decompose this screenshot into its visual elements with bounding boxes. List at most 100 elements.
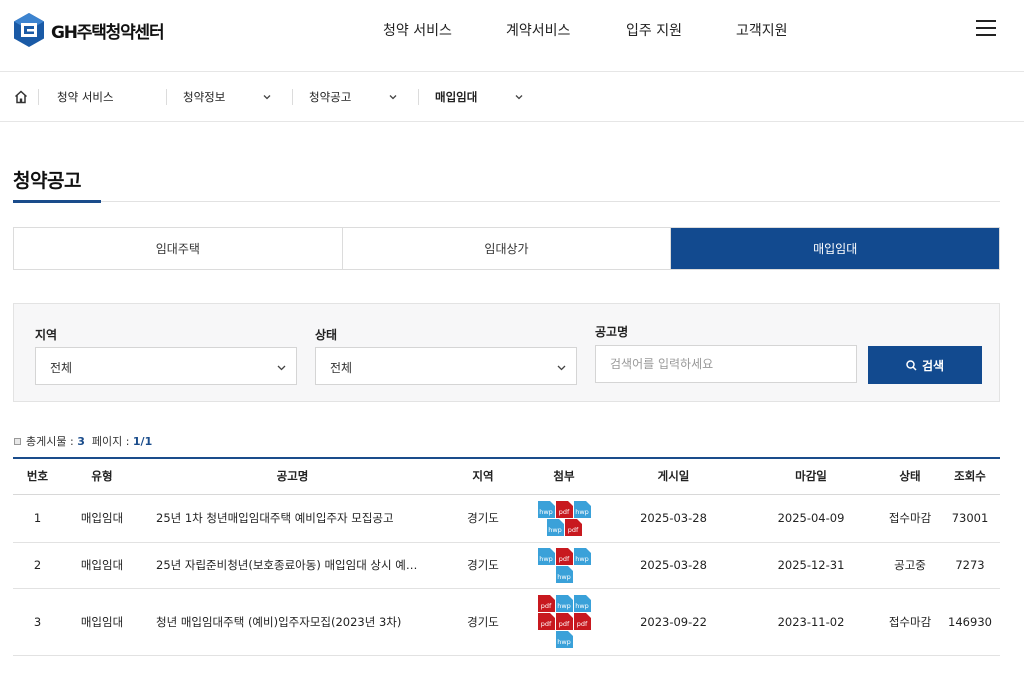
keyword-label: 공고명: [595, 325, 629, 339]
row-type: 매입임대: [62, 494, 142, 543]
table-row[interactable]: 1 매입임대 25년 1차 청년매입임대주택 예비입주자 모집공고 경기도 hw…: [13, 494, 1000, 543]
status-select[interactable]: 전체: [315, 347, 577, 385]
col-header-posted-date: 게시일: [605, 457, 742, 495]
page-title: 청약공고: [13, 170, 81, 192]
pdf-file-icon[interactable]: pdf: [555, 547, 573, 565]
page-indicator: 1/1: [132, 434, 153, 448]
hwp-file-icon[interactable]: hwp: [546, 518, 564, 536]
hwp-file-icon[interactable]: hwp: [555, 631, 573, 648]
chevron-down-icon: [557, 365, 566, 371]
row-region: 경기도: [443, 494, 523, 543]
search-button-label: 검색: [921, 358, 945, 373]
row-region: 경기도: [443, 542, 523, 589]
row-attachments: hwp pdf hwp hwp: [523, 542, 605, 589]
row-posted-date: 2023-09-22: [605, 588, 742, 656]
title-underline: [13, 200, 101, 203]
pdf-file-icon[interactable]: pdf: [573, 613, 591, 630]
row-attachments: hwp pdf hwp hwp pdf: [523, 494, 605, 543]
row-status: 공고중: [880, 542, 940, 589]
row-deadline: 2025-04-09: [742, 494, 880, 543]
row-deadline: 2025-12-31: [742, 542, 880, 589]
row-number: 1: [13, 494, 62, 543]
row-title-link[interactable]: 25년 자립준비청년(보호종료아동) 매입임대 상시 예…: [142, 542, 443, 589]
total-count: 3: [77, 434, 85, 448]
row-posted-date: 2025-03-28: [605, 494, 742, 543]
hwp-file-icon[interactable]: hwp: [573, 595, 591, 612]
col-header-status: 상태: [880, 457, 940, 495]
tab-rental-store[interactable]: 임대상가: [342, 228, 672, 269]
row-status: 접수마감: [880, 588, 940, 656]
pdf-file-icon[interactable]: pdf: [537, 595, 555, 612]
global-nav: 청약 서비스 계약서비스 입주 지원 고객지원: [0, 20, 1024, 40]
hwp-file-icon[interactable]: hwp: [537, 547, 555, 565]
region-select[interactable]: 전체: [35, 347, 297, 385]
hwp-file-icon[interactable]: hwp: [537, 500, 555, 518]
row-status: 접수마감: [880, 494, 940, 543]
board-count-info: 총게시물 : 3 페이지 : 1/1: [14, 433, 152, 449]
col-header-type: 유형: [62, 457, 142, 495]
row-views: 146930: [940, 588, 1000, 656]
breadcrumb-divider: [418, 89, 419, 105]
status-select-value: 전체: [330, 361, 353, 375]
attachment-list: pdf hwp hwp pdf pdf pdf hwp: [534, 595, 594, 648]
search-button[interactable]: 검색: [868, 346, 982, 384]
hwp-file-icon[interactable]: hwp: [573, 547, 591, 565]
row-number: 2: [13, 542, 62, 589]
table-row[interactable]: 2 매입임대 25년 자립준비청년(보호종료아동) 매입임대 상시 예… 경기도…: [13, 542, 1000, 589]
chevron-down-icon[interactable]: [263, 93, 271, 101]
category-tabs: 임대주택 임대상가 매입임대: [13, 227, 1000, 270]
status-label: 상태: [315, 328, 338, 342]
pdf-file-icon[interactable]: pdf: [537, 613, 555, 630]
chevron-down-icon[interactable]: [389, 93, 397, 101]
search-icon: [906, 359, 917, 371]
hwp-file-icon[interactable]: hwp: [573, 500, 591, 518]
breadcrumb: 청약 서비스 청약정보 청약공고 매입임대: [0, 72, 1024, 122]
breadcrumb-item-announcements[interactable]: 청약공고: [309, 72, 351, 122]
chevron-down-icon[interactable]: [515, 93, 523, 101]
menu-icon[interactable]: [976, 20, 996, 36]
breadcrumb-item-purchase-rental[interactable]: 매입임대: [435, 72, 477, 122]
site-header: GH주택청약센터 청약 서비스 계약서비스 입주 지원 고객지원: [0, 0, 1024, 72]
row-views: 7273: [940, 542, 1000, 589]
row-number: 3: [13, 588, 62, 656]
row-views: 73001: [940, 494, 1000, 543]
row-posted-date: 2025-03-28: [605, 542, 742, 589]
home-icon[interactable]: [14, 90, 28, 104]
search-panel: 지역 전체 상태 전체 공고명 검색: [13, 303, 1000, 402]
col-header-deadline: 마감일: [742, 457, 880, 495]
attachment-list: hwp pdf hwp hwp: [534, 547, 594, 583]
gnb-subscription-service[interactable]: 청약 서비스: [383, 20, 452, 40]
col-header-number: 번호: [13, 457, 62, 495]
breadcrumb-item-subscription-info[interactable]: 청약정보: [183, 72, 225, 122]
breadcrumb-divider: [166, 89, 167, 105]
title-divider: [13, 201, 1000, 202]
pdf-file-icon[interactable]: pdf: [555, 500, 573, 518]
breadcrumb-divider: [38, 89, 39, 105]
gnb-contract-service[interactable]: 계약서비스: [506, 20, 570, 40]
gnb-move-in-support[interactable]: 입주 지원: [626, 20, 682, 40]
breadcrumb-item-subscription-service[interactable]: 청약 서비스: [57, 72, 114, 122]
table-row[interactable]: 3 매입임대 청년 매입임대주택 (예비)입주자모집(2023년 3차) 경기도…: [13, 588, 1000, 656]
pdf-file-icon[interactable]: pdf: [555, 613, 573, 630]
tab-rental-housing[interactable]: 임대주택: [14, 228, 343, 269]
row-type: 매입임대: [62, 542, 142, 589]
col-header-views: 조회수: [940, 457, 1000, 495]
pdf-file-icon[interactable]: pdf: [564, 518, 582, 536]
gnb-customer-support[interactable]: 고객지원: [736, 20, 788, 40]
hwp-file-icon[interactable]: hwp: [555, 565, 573, 583]
tab-purchase-rental[interactable]: 매입임대: [671, 228, 1000, 269]
chevron-down-icon: [277, 365, 286, 371]
announcement-table: 번호 유형 공고명 지역 첨부 게시일 마감일 상태 조회수 1 매입임대 25…: [13, 457, 1000, 656]
row-title-link[interactable]: 청년 매입임대주택 (예비)입주자모집(2023년 3차): [142, 588, 443, 656]
square-bullet-icon: [14, 437, 21, 445]
row-region: 경기도: [443, 588, 523, 656]
page-label: 페이지 :: [91, 435, 130, 448]
breadcrumb-divider: [292, 89, 293, 105]
total-label: 총게시물 :: [26, 435, 74, 448]
search-input[interactable]: [595, 345, 857, 383]
col-header-region: 지역: [443, 457, 523, 495]
row-title-link[interactable]: 25년 1차 청년매입임대주택 예비입주자 모집공고: [142, 494, 443, 543]
row-attachments: pdf hwp hwp pdf pdf pdf hwp: [523, 588, 605, 656]
row-deadline: 2023-11-02: [742, 588, 880, 656]
hwp-file-icon[interactable]: hwp: [555, 595, 573, 612]
